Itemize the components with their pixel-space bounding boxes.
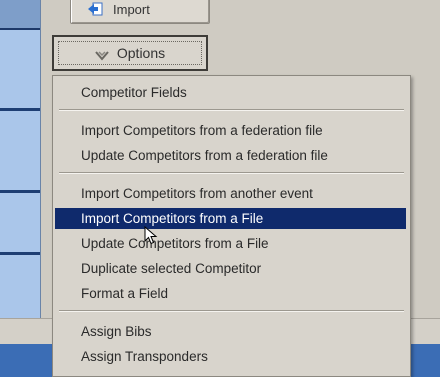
left-panel-divider — [0, 190, 40, 193]
menu-item-import-file[interactable]: Import Competitors from a File — [55, 208, 406, 229]
left-panel — [0, 0, 41, 330]
menu-item-import-federation[interactable]: Import Competitors from a federation fil… — [55, 120, 406, 141]
menu-item-update-federation[interactable]: Update Competitors from a federation fil… — [55, 145, 406, 166]
menu-item-assign-transponders[interactable]: Assign Transponders — [55, 346, 406, 367]
import-button[interactable]: Import — [70, 0, 210, 24]
menu-item-format-field[interactable]: Format a Field — [55, 283, 406, 304]
menu-separator — [59, 172, 404, 174]
options-button[interactable]: Options — [52, 35, 208, 71]
import-arrow-icon — [87, 2, 103, 16]
menu-item-duplicate-competitor[interactable]: Duplicate selected Competitor — [55, 258, 406, 279]
menu-item-competitor-fields[interactable]: Competitor Fields — [55, 82, 406, 103]
options-menu: Competitor Fields Import Competitors fro… — [52, 75, 411, 377]
menu-item-assign-bibs[interactable]: Assign Bibs — [55, 321, 406, 342]
left-panel-header — [0, 0, 40, 30]
mouse-pointer-icon — [144, 226, 158, 245]
menu-item-import-another-event[interactable]: Import Competitors from another event — [55, 183, 406, 204]
menu-separator — [59, 310, 404, 312]
options-focus-ring — [58, 41, 202, 65]
menu-separator — [59, 109, 404, 111]
import-button-label: Import — [113, 1, 150, 17]
menu-item-update-file[interactable]: Update Competitors from a File — [55, 233, 406, 254]
left-panel-divider — [0, 252, 40, 255]
left-panel-divider — [0, 108, 40, 111]
